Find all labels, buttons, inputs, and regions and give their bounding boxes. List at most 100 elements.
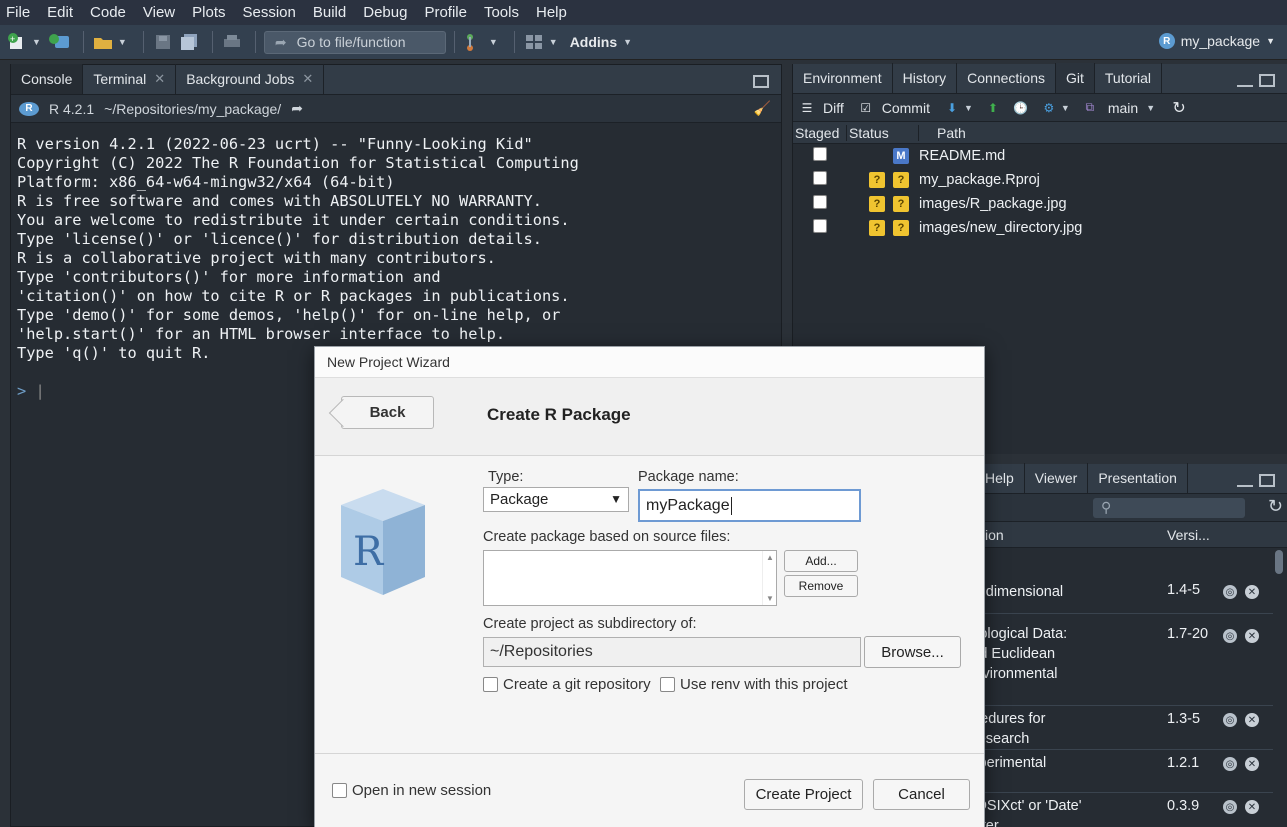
remove-package-icon[interactable]: ✕ [1245,800,1259,814]
branch-name[interactable]: main [1108,100,1138,116]
pane-layout-icon[interactable] [523,31,545,53]
staged-checkbox[interactable] [813,171,827,185]
scrollbar[interactable] [1275,550,1283,574]
tab-background-jobs[interactable]: Background Jobs ✕ [176,64,325,94]
remove-package-icon[interactable]: ✕ [1245,757,1259,771]
remove-package-icon[interactable]: ✕ [1245,585,1259,599]
remove-package-icon[interactable]: ✕ [1245,629,1259,643]
tab-connections[interactable]: Connections [957,63,1056,93]
git-file-row[interactable]: ?? my_package.Rproj [793,168,1287,192]
tab-presentation[interactable]: Presentation [1088,463,1188,493]
add-file-button[interactable]: Add... [784,550,858,572]
history-icon[interactable]: 🕒 [1013,100,1029,116]
tab-environment[interactable]: Environment [793,63,893,93]
git-file-row[interactable]: M README.md [793,144,1287,168]
project-menu[interactable]: R my_package ▼ [1158,33,1275,49]
restore-pane-icon[interactable] [753,75,769,88]
chevron-down-icon[interactable]: ▼ [1146,103,1155,113]
tab-viewer[interactable]: Viewer [1025,463,1089,493]
minimize-pane-icon[interactable] [1237,474,1253,487]
tab-history[interactable]: History [893,63,958,93]
close-icon[interactable]: ✕ [154,71,165,87]
col-version[interactable]: Versi... [1167,527,1210,543]
chevron-down-icon[interactable]: ▼ [623,37,632,47]
col-status[interactable]: Status [847,124,919,141]
git-repo-checkbox[interactable] [483,677,498,692]
remove-file-button[interactable]: Remove [784,575,858,597]
tab-git[interactable]: Git [1055,63,1095,93]
menu-plots[interactable]: Plots [192,4,225,21]
type-select[interactable]: Package ▼ [483,487,629,512]
menu-profile[interactable]: Profile [424,4,467,21]
git-icon[interactable] [463,31,485,53]
globe-icon[interactable]: ◎ [1223,800,1237,814]
open-folder-icon[interactable] [92,31,114,53]
package-name-input[interactable]: myPackage [638,489,861,522]
new-session-option[interactable]: Open in new session [332,782,491,799]
pull-icon[interactable]: ⬇ [944,100,960,116]
chevron-down-icon[interactable]: ▼ [964,103,973,113]
git-file-row[interactable]: ?? images/new_directory.jpg [793,216,1287,240]
globe-icon[interactable]: ◎ [1223,585,1237,599]
save-all-icon[interactable] [178,31,200,53]
renv-checkbox[interactable] [660,677,675,692]
menu-file[interactable]: File [6,4,30,21]
chevron-down-icon[interactable]: ▼ [32,37,41,47]
back-button[interactable]: Back [341,396,434,429]
staged-checkbox[interactable] [813,195,827,209]
branch-icon[interactable]: ⧉ [1082,100,1098,116]
close-icon[interactable]: ✕ [302,71,313,87]
clear-console-icon[interactable]: 🧹 [754,100,771,117]
menu-build[interactable]: Build [313,4,346,21]
menu-session[interactable]: Session [243,4,296,21]
chevron-down-icon[interactable]: ▼ [118,37,127,47]
git-file-row[interactable]: ?? images/R_package.jpg [793,192,1287,216]
go-to-dir-icon[interactable]: ➦ [291,100,303,117]
staged-checkbox[interactable] [813,219,827,233]
staged-checkbox[interactable] [813,147,827,161]
globe-icon[interactable]: ◎ [1223,713,1237,727]
col-description[interactable]: ion [985,527,1004,543]
tab-console[interactable]: Console [11,64,84,94]
remove-package-icon[interactable]: ✕ [1245,713,1259,727]
renv-option[interactable]: Use renv with this project [660,676,848,693]
refresh-icon[interactable]: ↻ [1268,496,1283,517]
maximize-pane-icon[interactable] [1259,474,1275,487]
git-repo-option[interactable]: Create a git repository [483,676,651,693]
cancel-button[interactable]: Cancel [873,779,970,810]
col-path[interactable]: Path [919,125,966,141]
new-file-icon[interactable]: + [6,31,28,53]
subdirectory-input[interactable]: ~/Repositories [483,637,861,667]
menu-help[interactable]: Help [536,4,567,21]
chevron-down-icon[interactable]: ▼ [549,37,558,47]
print-icon[interactable] [221,31,243,53]
menu-code[interactable]: Code [90,4,126,21]
go-to-file-input[interactable]: ➦ Go to file/function [263,30,446,54]
diff-button[interactable]: ☰ Diff [799,100,844,116]
browse-button[interactable]: Browse... [864,636,961,668]
globe-icon[interactable]: ◎ [1223,629,1237,643]
gear-icon[interactable]: ⚙ [1041,100,1057,116]
menu-view[interactable]: View [143,4,175,21]
commit-button[interactable]: ☑ Commit [858,100,930,116]
new-project-icon[interactable] [48,31,71,53]
source-files-list[interactable]: ▲ ▼ [483,550,777,606]
tab-terminal[interactable]: Terminal ✕ [83,64,177,94]
save-icon[interactable] [152,31,174,53]
tab-tutorial[interactable]: Tutorial [1095,63,1163,93]
refresh-icon[interactable]: ↻ [1171,100,1187,117]
col-staged[interactable]: Staged [793,124,847,141]
maximize-pane-icon[interactable] [1259,74,1275,87]
package-search-input[interactable]: ⚲ [1093,498,1245,518]
menu-debug[interactable]: Debug [363,4,407,21]
addins-menu[interactable]: Addins [570,34,617,50]
globe-icon[interactable]: ◎ [1223,757,1237,771]
create-project-button[interactable]: Create Project [744,779,863,810]
scrollbar[interactable]: ▲ ▼ [762,551,776,605]
menu-tools[interactable]: Tools [484,4,519,21]
new-session-checkbox[interactable] [332,783,347,798]
push-icon[interactable]: ⬆ [985,100,1001,116]
menu-edit[interactable]: Edit [47,4,73,21]
chevron-down-icon[interactable]: ▼ [489,37,498,47]
chevron-down-icon[interactable]: ▼ [1061,103,1070,113]
